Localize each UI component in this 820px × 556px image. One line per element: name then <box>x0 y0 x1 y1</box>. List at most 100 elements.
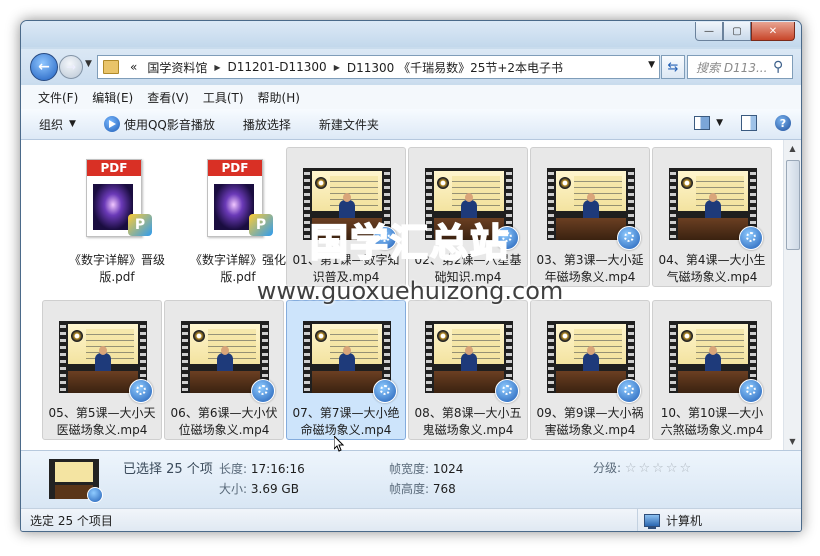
toolbar-right: ▼ ? <box>694 115 791 131</box>
frame-width-key: 帧宽度: <box>389 462 430 476</box>
search-box[interactable]: 搜索 D113... ⚲ <box>687 55 793 79</box>
play-selection-button[interactable]: 播放选择 <box>243 116 291 133</box>
menu-help[interactable]: 帮助(H) <box>251 89 307 106</box>
maximize-button[interactable]: ▢ <box>723 22 751 41</box>
status-location: 计算机 <box>637 509 703 531</box>
search-input[interactable]: 搜索 D113... <box>688 59 773 76</box>
file-item-label: 01、第1课—数字知识普及.mp4 <box>292 253 400 284</box>
menu-tools[interactable]: 工具(T) <box>196 89 251 106</box>
breadcrumb-separator-icon[interactable]: ▶ <box>212 63 222 72</box>
change-view-icon[interactable] <box>694 116 711 130</box>
vertical-scrollbar[interactable]: ▲ ▼ <box>783 140 801 450</box>
duration-value: 17:16:16 <box>250 462 305 476</box>
status-bar: 选定 25 个项目 计算机 <box>21 508 801 531</box>
file-item-label: 《数字详解》强化版.pdf <box>189 253 286 284</box>
galaxy-cover-icon <box>214 184 254 230</box>
breadcrumb-item-current[interactable]: D11300 《千瑞易数》25节+2本电子书 <box>342 59 568 76</box>
breadcrumb-separator-icon[interactable]: ▶ <box>332 63 342 72</box>
preview-pane-icon[interactable] <box>741 115 757 131</box>
organize-label: 组织 <box>39 117 64 132</box>
explorer-window: — ▢ ✕ ← → ▼ « 国学资料馆 ▶ D11201-D11300 ▶ D1… <box>20 20 802 532</box>
qq-player-badge-icon <box>373 379 397 403</box>
pdf-reader-badge-icon: P <box>128 214 152 236</box>
file-item-video-focused[interactable]: 07、第7课—大小绝命磁场象义.mp4 <box>286 300 406 440</box>
scroll-down-icon[interactable]: ▼ <box>784 433 801 450</box>
recent-pages-dropdown[interactable]: ▼ <box>85 59 92 69</box>
maximize-icon: ▢ <box>732 25 742 37</box>
size-value: 3.69 GB <box>250 482 299 496</box>
folder-icon <box>103 60 119 74</box>
frame-width-field: 帧宽度: 1024 <box>389 460 463 477</box>
file-item-pdf[interactable]: PDF P 《数字详解》强化版.pdf <box>178 147 298 287</box>
new-folder-button[interactable]: 新建文件夹 <box>319 116 379 133</box>
play-with-qq-label: 使用QQ影音播放 <box>123 117 215 132</box>
galaxy-cover-icon <box>93 184 133 230</box>
pdf-tag: PDF <box>208 160 262 176</box>
address-bar[interactable]: « 国学资料馆 ▶ D11201-D11300 ▶ D11300 《千瑞易数》2… <box>97 55 660 79</box>
frame-height-field: 帧高度: 768 <box>389 480 456 497</box>
search-icon[interactable]: ⚲ <box>773 59 789 75</box>
file-item-video[interactable]: 06、第6课—大小伏位磁场象义.mp4 <box>164 300 284 440</box>
menu-edit[interactable]: 编辑(E) <box>85 89 140 106</box>
breadcrumb-item-root[interactable]: 国学资料馆 <box>142 59 212 76</box>
qq-player-badge-icon <box>617 226 641 250</box>
details-pane: 已选择 25 个项 长度: 17:16:16 大小: 3.69 GB 帧宽度: … <box>21 450 801 509</box>
file-item-label: 06、第6课—大小伏位磁场象义.mp4 <box>170 406 278 437</box>
file-item-label: 03、第3课—大小延年磁场象义.mp4 <box>536 253 644 284</box>
size-key: 大小: <box>219 482 248 496</box>
file-list: PDF P 《数字详解》晋级版.pdf PDF P 《数字详解》强化版.pdf … <box>21 140 801 450</box>
menu-bar: 文件(F) 编辑(E) 查看(V) 工具(T) 帮助(H) <box>21 85 801 109</box>
menu-file[interactable]: 文件(F) <box>31 89 85 106</box>
status-selection-text: 选定 25 个项目 <box>30 514 113 528</box>
pdf-reader-badge-icon: P <box>249 214 273 236</box>
file-item-video[interactable]: 09、第9课—大小祸害磁场象义.mp4 <box>530 300 650 440</box>
qq-player-icon <box>103 116 120 132</box>
file-item-video[interactable]: 02、第2课—八星基础知识.mp4 <box>408 147 528 287</box>
qq-player-badge-icon <box>87 487 103 503</box>
qq-player-badge-icon <box>129 379 153 403</box>
rating-stars-icon[interactable]: ☆☆☆☆☆ <box>625 461 693 476</box>
scrollbar-thumb[interactable] <box>786 160 800 250</box>
file-item-label: 07、第7课—大小绝命磁场象义.mp4 <box>292 406 400 437</box>
file-item-video[interactable]: 04、第4课—大小生气磁场象义.mp4 <box>652 147 772 287</box>
file-item-pdf[interactable]: PDF P 《数字详解》晋级版.pdf <box>57 147 177 287</box>
file-item-label: 04、第4课—大小生气磁场象义.mp4 <box>658 253 766 284</box>
file-item-video[interactable]: 03、第3课—大小延年磁场象义.mp4 <box>530 147 650 287</box>
close-button[interactable]: ✕ <box>751 22 795 41</box>
frame-height-value: 768 <box>432 482 456 496</box>
pdf-tag: PDF <box>87 160 141 176</box>
file-item-video[interactable]: 01、第1课—数字知识普及.mp4 <box>286 147 406 287</box>
frame-width-value: 1024 <box>432 462 464 476</box>
breadcrumb-item-range[interactable]: D11201-D11300 <box>223 60 332 74</box>
minimize-icon: — <box>704 25 714 37</box>
address-row: ← → ▼ « 国学资料馆 ▶ D11201-D11300 ▶ D11300 《… <box>21 49 801 83</box>
file-item-label: 10、第10课—大小六煞磁场象义.mp4 <box>660 406 764 437</box>
command-bar: 组织 ▼ 使用QQ影音播放 播放选择 新建文件夹 ▼ ? <box>21 109 801 140</box>
menu-view[interactable]: 查看(V) <box>140 89 196 106</box>
scroll-up-icon[interactable]: ▲ <box>784 140 801 157</box>
duration-key: 长度: <box>219 462 248 476</box>
file-item-video[interactable]: 10、第10课—大小六煞磁场象义.mp4 <box>652 300 772 440</box>
play-selection-label: 播放选择 <box>242 117 291 132</box>
file-item-label: 05、第5课—大小天医磁场象义.mp4 <box>48 406 156 437</box>
forward-button[interactable]: → <box>59 55 83 79</box>
duration-field: 长度: 17:16:16 <box>219 460 305 477</box>
breadcrumb-overflow[interactable]: « <box>125 60 142 74</box>
file-item-video[interactable]: 08、第8课—大小五鬼磁场象义.mp4 <box>408 300 528 440</box>
title-bar: — ▢ ✕ <box>21 21 801 47</box>
status-location-label: 计算机 <box>666 514 703 528</box>
help-icon[interactable]: ? <box>775 115 791 131</box>
view-options-dropdown-icon[interactable]: ▼ <box>716 118 723 128</box>
back-button[interactable]: ← <box>30 53 58 81</box>
minimize-button[interactable]: — <box>695 22 723 41</box>
file-item-label: 《数字详解》晋级版.pdf <box>68 253 165 284</box>
refresh-icon: ⇆ <box>667 59 679 75</box>
address-dropdown-icon[interactable]: ▼ <box>648 60 655 70</box>
file-item-video[interactable]: 05、第5课—大小天医磁场象义.mp4 <box>42 300 162 440</box>
organize-button[interactable]: 组织 ▼ <box>39 116 76 133</box>
qq-player-badge-icon <box>495 226 519 250</box>
qq-player-badge-icon <box>739 226 763 250</box>
chevron-down-icon: ▼ <box>85 59 92 69</box>
refresh-button[interactable]: ⇆ <box>661 55 685 79</box>
play-with-qq-button[interactable]: 使用QQ影音播放 <box>103 116 215 133</box>
